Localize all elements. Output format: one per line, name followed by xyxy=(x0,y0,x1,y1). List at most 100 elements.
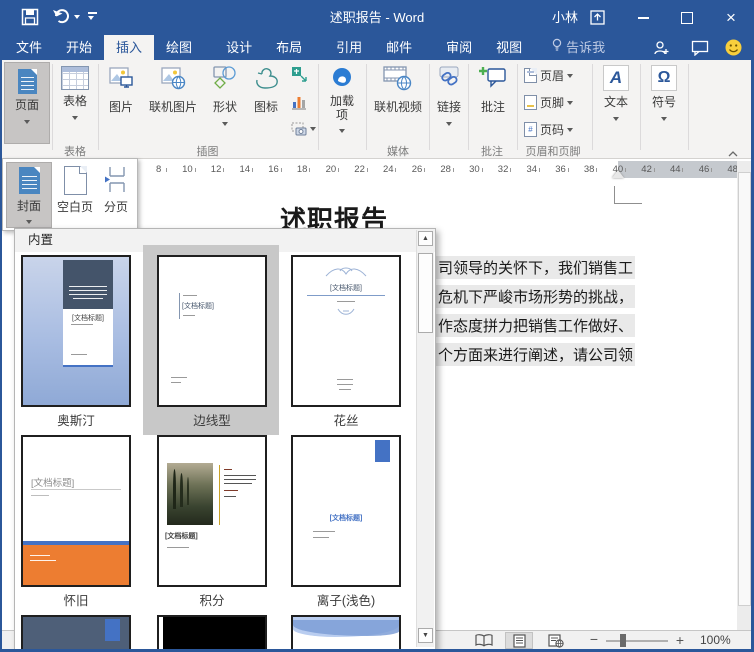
text-button[interactable]: A 文本 xyxy=(596,62,636,142)
margin-corner-mark xyxy=(614,186,615,204)
ruler-tick xyxy=(625,168,627,172)
group-label-media: 媒体 xyxy=(387,146,409,158)
cover-template-partial-2[interactable] xyxy=(157,615,267,649)
tab-design[interactable]: 设计 xyxy=(214,35,264,60)
tab-layout[interactable]: 布局 xyxy=(264,35,314,60)
ribbon: 页面 表格 表格 图片 联机图片 形状 图标 插图 加载项 联机视频 媒体 链接… xyxy=(0,60,754,159)
document-vertical-scrollbar[interactable] xyxy=(737,161,751,630)
ruler-tick xyxy=(223,168,225,172)
tab-insert[interactable]: 插入 xyxy=(104,35,155,60)
ruler-tick xyxy=(596,168,598,172)
icons-duck-icon xyxy=(256,68,278,89)
screenshot-button[interactable] xyxy=(291,122,316,136)
read-mode-button[interactable] xyxy=(470,632,498,649)
online-video-button[interactable]: 联机视频 xyxy=(370,62,426,142)
document-text-line[interactable]: 作态度拼力把销售工作做好、 xyxy=(436,314,636,337)
blank-page-button[interactable]: 空白页 xyxy=(54,162,96,226)
ruler-tick xyxy=(309,168,311,172)
document-text-line[interactable]: 危机下严峻市场形势的挑战， xyxy=(436,285,636,308)
shapes-dropdown-arrow-icon xyxy=(222,121,228,126)
table-button[interactable]: 表格 xyxy=(55,62,95,142)
gallery-scroll-down-icon[interactable]: ▼ xyxy=(418,628,433,643)
ruler-tick xyxy=(366,168,368,172)
link-chain-icon xyxy=(439,66,459,86)
smartart-button[interactable] xyxy=(291,66,307,82)
gallery-scrollbar-thumb[interactable] xyxy=(418,253,433,333)
zoom-in-button[interactable]: + xyxy=(674,633,686,647)
ruler-tick xyxy=(682,168,684,172)
document-text-line[interactable]: 司领导的关怀下，我们销售工 xyxy=(436,256,636,279)
new-comment-icon xyxy=(479,67,506,88)
tab-mailings[interactable]: 邮件 xyxy=(374,35,424,60)
pages-button[interactable]: 页面 xyxy=(4,62,50,144)
ruler-tick xyxy=(481,168,483,172)
ribbon-display-options-icon[interactable] xyxy=(590,10,605,30)
online-pictures-button[interactable]: 联机图片 xyxy=(142,62,204,142)
page-number-button[interactable]: # 页码 xyxy=(524,121,574,138)
header-button[interactable]: 页眉 xyxy=(524,67,574,84)
template-label: 边线型 xyxy=(193,414,231,428)
tab-tell-me[interactable]: 告诉我 xyxy=(540,35,617,60)
gallery-scrollbar[interactable]: ▲ ▼ xyxy=(416,230,434,647)
zoom-slider-thumb[interactable] xyxy=(620,634,626,647)
ruler-tick xyxy=(452,168,454,172)
footer-button[interactable]: 页脚 xyxy=(524,94,574,111)
margin-corner-mark xyxy=(614,203,642,204)
user-name[interactable]: 小林 xyxy=(552,0,578,35)
collapse-ribbon-chevron-icon[interactable] xyxy=(728,144,738,162)
tab-review[interactable]: 审阅 xyxy=(434,35,484,60)
tab-draw[interactable]: 绘图 xyxy=(154,35,204,60)
zoom-out-button[interactable]: − xyxy=(588,632,600,646)
ruler-tick xyxy=(251,168,253,172)
tab-file[interactable]: 文件 xyxy=(4,35,54,60)
ruler-tick xyxy=(653,168,655,172)
shapes-button[interactable]: 形状 xyxy=(205,62,245,142)
pages-dropdown-panel: 封面 空白页 分页 xyxy=(2,158,138,231)
zoom-slider[interactable] xyxy=(606,640,668,642)
template-label: 奥斯汀 xyxy=(57,414,95,428)
document-text-line[interactable]: 个方面来进行阐述，请公司领 xyxy=(436,343,636,366)
zoom-level[interactable]: 100% xyxy=(700,633,731,647)
ruler-tick xyxy=(165,168,167,172)
comment-bubble-icon[interactable] xyxy=(681,35,719,60)
link-button[interactable]: 链接 xyxy=(432,62,466,142)
addins-button[interactable]: 加载项 xyxy=(322,62,362,142)
tab-view[interactable]: 视图 xyxy=(484,35,534,60)
footer-icon xyxy=(524,95,537,110)
comment-button[interactable]: 批注 xyxy=(472,62,514,142)
symbols-button[interactable]: Ω 符号 xyxy=(644,62,684,142)
ruler-tick xyxy=(395,168,397,172)
cover-template-sideline[interactable]: [文档标题] xyxy=(157,255,267,407)
print-layout-icon xyxy=(512,633,526,648)
smiley-feedback-icon[interactable] xyxy=(719,35,754,60)
text-a-icon: A xyxy=(603,65,629,91)
share-contact-icon[interactable] xyxy=(643,35,681,60)
cover-page-button[interactable]: 封面 xyxy=(6,162,52,228)
web-layout-button[interactable] xyxy=(542,632,570,649)
print-layout-button[interactable] xyxy=(505,632,533,649)
cover-template-austin[interactable]: [文档标题] xyxy=(21,255,131,407)
pages-dropdown-arrow-icon xyxy=(24,119,30,124)
icons-button[interactable]: 图标 xyxy=(246,62,286,142)
cover-template-partial-3[interactable] xyxy=(291,615,401,649)
table-dropdown-arrow-icon xyxy=(72,115,78,120)
cover-template-integral[interactable]: [文档标题] xyxy=(157,435,267,587)
template-label: 离子(浅色) xyxy=(316,594,376,608)
maximize-button[interactable] xyxy=(670,0,704,35)
chart-button[interactable] xyxy=(291,94,307,110)
tab-references[interactable]: 引用 xyxy=(324,35,374,60)
cover-template-retrospect[interactable]: [文档标题] xyxy=(21,435,131,587)
gallery-scroll-up-icon[interactable]: ▲ xyxy=(418,231,433,246)
cover-template-ion-light[interactable]: [文档标题] xyxy=(291,435,401,587)
cover-template-filigree[interactable]: [文档标题] xyxy=(291,255,401,407)
page-break-button[interactable]: 分页 xyxy=(98,162,134,226)
scrollbar-thumb[interactable] xyxy=(738,172,751,606)
ruler-tick xyxy=(280,168,282,172)
close-button[interactable]: × xyxy=(714,0,748,35)
ruler-tick xyxy=(538,168,540,172)
minimize-button[interactable] xyxy=(626,0,660,35)
table-icon xyxy=(61,66,89,90)
cover-template-partial-1[interactable] xyxy=(21,615,131,649)
tab-home[interactable]: 开始 xyxy=(54,35,104,60)
pictures-button[interactable]: 图片 xyxy=(101,62,141,142)
